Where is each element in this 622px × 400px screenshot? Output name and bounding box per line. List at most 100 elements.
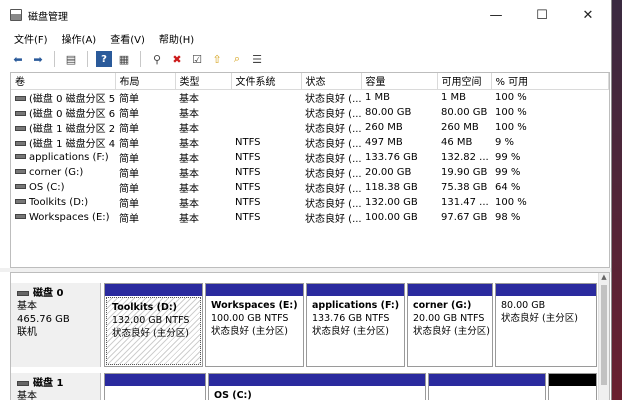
volume-layout: 简单 — [119, 153, 139, 165]
volume-icon — [15, 199, 26, 204]
volume-row[interactable]: OS (C:) 简单 基本 NTFS 状态良好 (... 118.38 GB 75.38 G… — [11, 180, 609, 195]
checklist-icon[interactable]: ☑ — [189, 51, 205, 67]
column-header-free-space[interactable]: 可用空间 — [437, 73, 492, 90]
volume-percent-free: 99 % — [495, 151, 521, 163]
partition-block[interactable] — [428, 373, 546, 400]
partition-status: 状态良好 (主分区) — [501, 313, 578, 324]
disk-label[interactable]: 磁盘 0 基本 465.76 GB 联机 — [11, 283, 101, 367]
disk-management-window: 磁盘管理 — ☐ ✕ 文件(F) 操作(A) 查看(V) 帮助(H) ⬅ ➡ ▤… — [0, 0, 612, 400]
forward-arrow-icon[interactable]: ➡ — [30, 51, 46, 67]
volume-icon — [15, 184, 26, 189]
search-folder-icon[interactable]: ⌕ — [229, 51, 245, 67]
vertical-scrollbar[interactable]: ▲ — [598, 273, 609, 400]
column-header-type[interactable]: 类型 — [175, 73, 232, 90]
partition-name: Toolkits (D:) — [112, 302, 177, 313]
column-header-layout[interactable]: 布局 — [115, 73, 176, 90]
volume-row[interactable]: Toolkits (D:) 简单 基本 NTFS 状态良好 (... 132.00 GB 1… — [11, 195, 609, 210]
partition-block[interactable]: Workspaces (E:) 100.00 GB NTFS 状态良好 (主分区… — [205, 283, 304, 367]
volume-percent-free: 100 % — [495, 196, 527, 208]
partition-block[interactable] — [104, 373, 206, 400]
volume-free-space: 132.82 ... — [441, 151, 489, 163]
column-header-filesystem[interactable]: 文件系统 — [231, 73, 302, 90]
minimize-button[interactable]: — — [473, 0, 519, 30]
partition-block[interactable]: applications (F:) 133.76 GB NTFS 状态良好 (主… — [306, 283, 405, 367]
volume-filesystem: NTFS — [235, 211, 261, 223]
volume-status: 状态良好 (... — [305, 123, 361, 135]
column-header-volume[interactable]: 卷 — [11, 73, 116, 90]
partition-block[interactable] — [548, 373, 597, 400]
volume-name: (磁盘 0 磁盘分区 5) — [29, 93, 115, 105]
volume-cell: corner (G:) — [11, 165, 115, 180]
volume-free-space: 1 MB — [441, 91, 467, 103]
disk-label[interactable]: 磁盘 1 基本 — [11, 373, 101, 400]
volume-status: 状态良好 (... — [305, 93, 361, 105]
volume-list: 卷 布局 类型 文件系统 状态 容量 可用空间 % 可用 (磁盘 0 磁盘分区 … — [10, 72, 610, 268]
column-header-capacity[interactable]: 容量 — [361, 73, 438, 90]
partition-block[interactable]: OS (C:) — [208, 373, 426, 400]
volume-type: 基本 — [179, 123, 199, 135]
volume-layout: 简单 — [119, 93, 139, 105]
partition-block[interactable]: Toolkits (D:) 132.00 GB NTFS 状态良好 (主分区) — [104, 283, 203, 367]
column-header-status[interactable]: 状态 — [301, 73, 362, 90]
volume-row[interactable]: (磁盘 0 磁盘分区 6) 简单 基本 状态良好 (... 80.00 GB 80.00 … — [11, 105, 609, 120]
menu-bar: 文件(F) 操作(A) 查看(V) 帮助(H) — [0, 30, 611, 46]
menu-file[interactable]: 文件(F) — [14, 31, 48, 46]
volume-free-space: 97.67 GB — [441, 211, 488, 223]
volume-cell: OS (C:) — [11, 180, 115, 195]
console-tree-icon[interactable]: ▦ — [116, 51, 132, 67]
volume-filesystem — [231, 105, 301, 120]
toolbar-separator — [54, 51, 55, 67]
disk-row: 磁盘 1 基本 OS (C:) — [11, 373, 599, 400]
partition-block[interactable]: corner (G:) 20.00 GB NTFS 状态良好 (主分区) — [407, 283, 493, 367]
volume-free-space: 46 MB — [441, 136, 473, 148]
volume-free-space: 75.38 GB — [441, 181, 488, 193]
volume-row[interactable]: Workspaces (E:) 简单 基本 NTFS 状态良好 (... 100.00 G… — [11, 210, 609, 225]
partition-status: 状态良好 (主分区) — [112, 328, 189, 339]
help-icon[interactable]: ? — [96, 51, 112, 67]
volume-name: applications (F:) — [29, 151, 109, 163]
volume-row[interactable]: applications (F:) 简单 基本 NTFS 状态良好 (... 133.76… — [11, 150, 609, 165]
menu-action[interactable]: 操作(A) — [62, 31, 97, 46]
partition-size: 132.00 GB NTFS — [112, 315, 190, 326]
volume-capacity: 1 MB — [365, 91, 391, 103]
partition-size: 80.00 GB — [501, 300, 546, 311]
close-button[interactable]: ✕ — [565, 0, 611, 30]
volume-list-header: 卷 布局 类型 文件系统 状态 容量 可用空间 % 可用 — [11, 73, 609, 90]
volume-row[interactable]: (磁盘 0 磁盘分区 5) 简单 基本 状态良好 (... 1 MB 1 MB 100 % — [11, 89, 609, 105]
menu-view[interactable]: 查看(V) — [110, 31, 145, 46]
volume-type: 基本 — [179, 168, 199, 180]
properties-grid-icon[interactable]: ▤ — [63, 51, 79, 67]
volume-row[interactable]: (磁盘 1 磁盘分区 2) 简单 基本 状态良好 (... 260 MB 260 MB 10… — [11, 120, 609, 135]
volume-status: 状态良好 (... — [305, 198, 361, 210]
column-header-percent-free[interactable]: % 可用 — [491, 73, 609, 90]
partition-status: 状态良好 (主分区) — [413, 326, 490, 337]
delete-icon[interactable]: ✖ — [169, 51, 185, 67]
partition-band — [105, 284, 202, 296]
volume-icon — [15, 126, 26, 131]
connect-icon[interactable]: ⚲ — [149, 51, 165, 67]
disk-row: 磁盘 0 基本 465.76 GB 联机 Toolkits (D:) 132.0… — [11, 283, 599, 367]
disk-size: 465.76 GB — [17, 314, 70, 325]
partition-status: 状态良好 (主分区) — [312, 326, 389, 337]
disk-name: 磁盘 1 — [33, 378, 64, 389]
title-bar[interactable]: 磁盘管理 — ☐ ✕ — [0, 0, 611, 30]
volume-icon — [15, 141, 26, 146]
volume-row[interactable]: (磁盘 1 磁盘分区 4) 简单 基本 NTFS 状态良好 (... 497 MB 46 M… — [11, 135, 609, 150]
menu-help[interactable]: 帮助(H) — [159, 31, 194, 46]
volume-icon — [15, 154, 26, 159]
disk-name: 磁盘 0 — [33, 288, 64, 299]
partition-name: Workspaces (E:) — [211, 300, 298, 311]
volume-percent-free: 100 % — [495, 106, 527, 118]
back-arrow-icon[interactable]: ⬅ — [10, 51, 26, 67]
scrollbar-thumb[interactable] — [601, 285, 607, 385]
partition-block[interactable]: 80.00 GB 状态良好 (主分区) — [495, 283, 597, 367]
scroll-up-icon[interactable]: ▲ — [599, 273, 609, 283]
maximize-button[interactable]: ☐ — [519, 0, 565, 30]
folder-up-icon[interactable]: ⇧ — [209, 51, 225, 67]
volume-cell: (磁盘 1 磁盘分区 2) — [11, 120, 115, 135]
details-list-icon[interactable]: ☰ — [249, 51, 265, 67]
volume-capacity: 132.00 GB — [365, 196, 418, 208]
disk-status: 联机 — [17, 327, 37, 338]
volume-row[interactable]: corner (G:) 简单 基本 NTFS 状态良好 (... 20.00 GB 19.9… — [11, 165, 609, 180]
disk-icon — [17, 291, 29, 296]
